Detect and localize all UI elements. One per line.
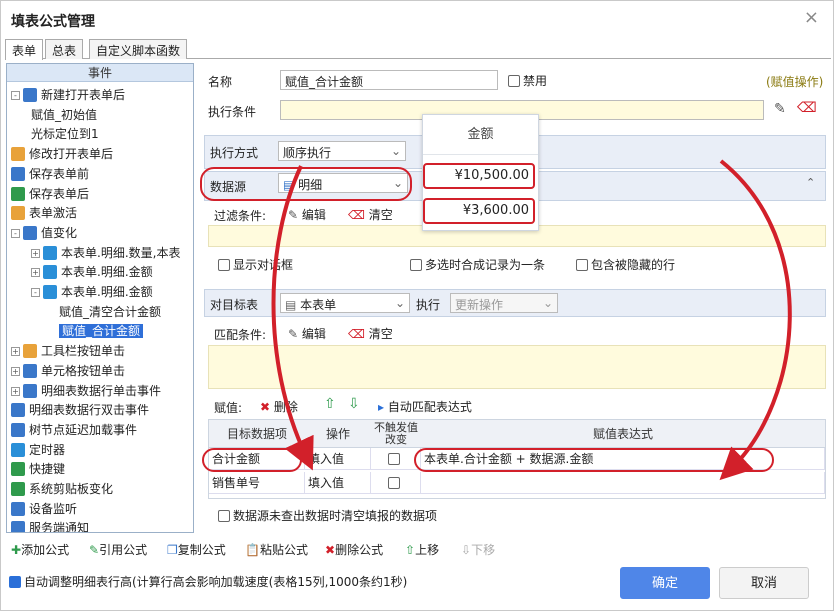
toolbar-button[interactable]: ✎引用公式 (89, 541, 147, 558)
toolbar-button[interactable]: ⇧上移 (405, 541, 439, 558)
down-icon: ⇩ (461, 543, 472, 557)
delete-icon: ✖ (325, 543, 336, 557)
up-icon: ⇧ (405, 543, 416, 557)
copy-icon: ❐ (167, 543, 178, 557)
toolbar-label: 下移 (471, 543, 496, 557)
toolbar-button[interactable]: ❐复制公式 (167, 541, 226, 558)
reference-icon: ✎ (89, 543, 100, 557)
toolbar-label: 粘贴公式 (259, 543, 308, 557)
toolbar-button[interactable]: 📋粘贴公式 (245, 541, 308, 558)
arrow-to-item (271, 165, 314, 471)
toolbar-label: 上移 (415, 543, 440, 557)
toolbar-label: 引用公式 (99, 543, 148, 557)
toolbar-label: 删除公式 (335, 543, 384, 557)
formula-manager-dialog: 填表公式管理 × 表单 总表 自定义脚本函数 事件 - 新建打开表单后 赋值_初始值… (0, 0, 834, 611)
ok-button[interactable]: 确定 (620, 567, 710, 599)
auto-adjust-checkbox[interactable]: 自动调整明细表行高(计算行高会影响加载速度(表格15列,1000条约1秒) (9, 573, 407, 590)
toolbar-label: 添加公式 (21, 543, 70, 557)
auto-adjust-label: 自动调整明细表行高(计算行高会影响加载速度(表格15列,1000条约1秒) (24, 575, 408, 589)
toolbar-label: 复制公式 (177, 543, 226, 557)
checkbox-checked-icon (9, 576, 21, 588)
cancel-button[interactable]: 取消 (719, 567, 809, 599)
paste-icon: 📋 (245, 543, 260, 557)
plus-icon: ✚ (11, 543, 22, 557)
arrow-to-expr (719, 159, 792, 481)
toolbar-button[interactable]: ✚添加公式 (11, 541, 69, 558)
toolbar-button[interactable]: ⇩下移 (461, 541, 495, 558)
toolbar-button[interactable]: ✖删除公式 (325, 541, 383, 558)
annotation-arrows (271, 159, 792, 481)
